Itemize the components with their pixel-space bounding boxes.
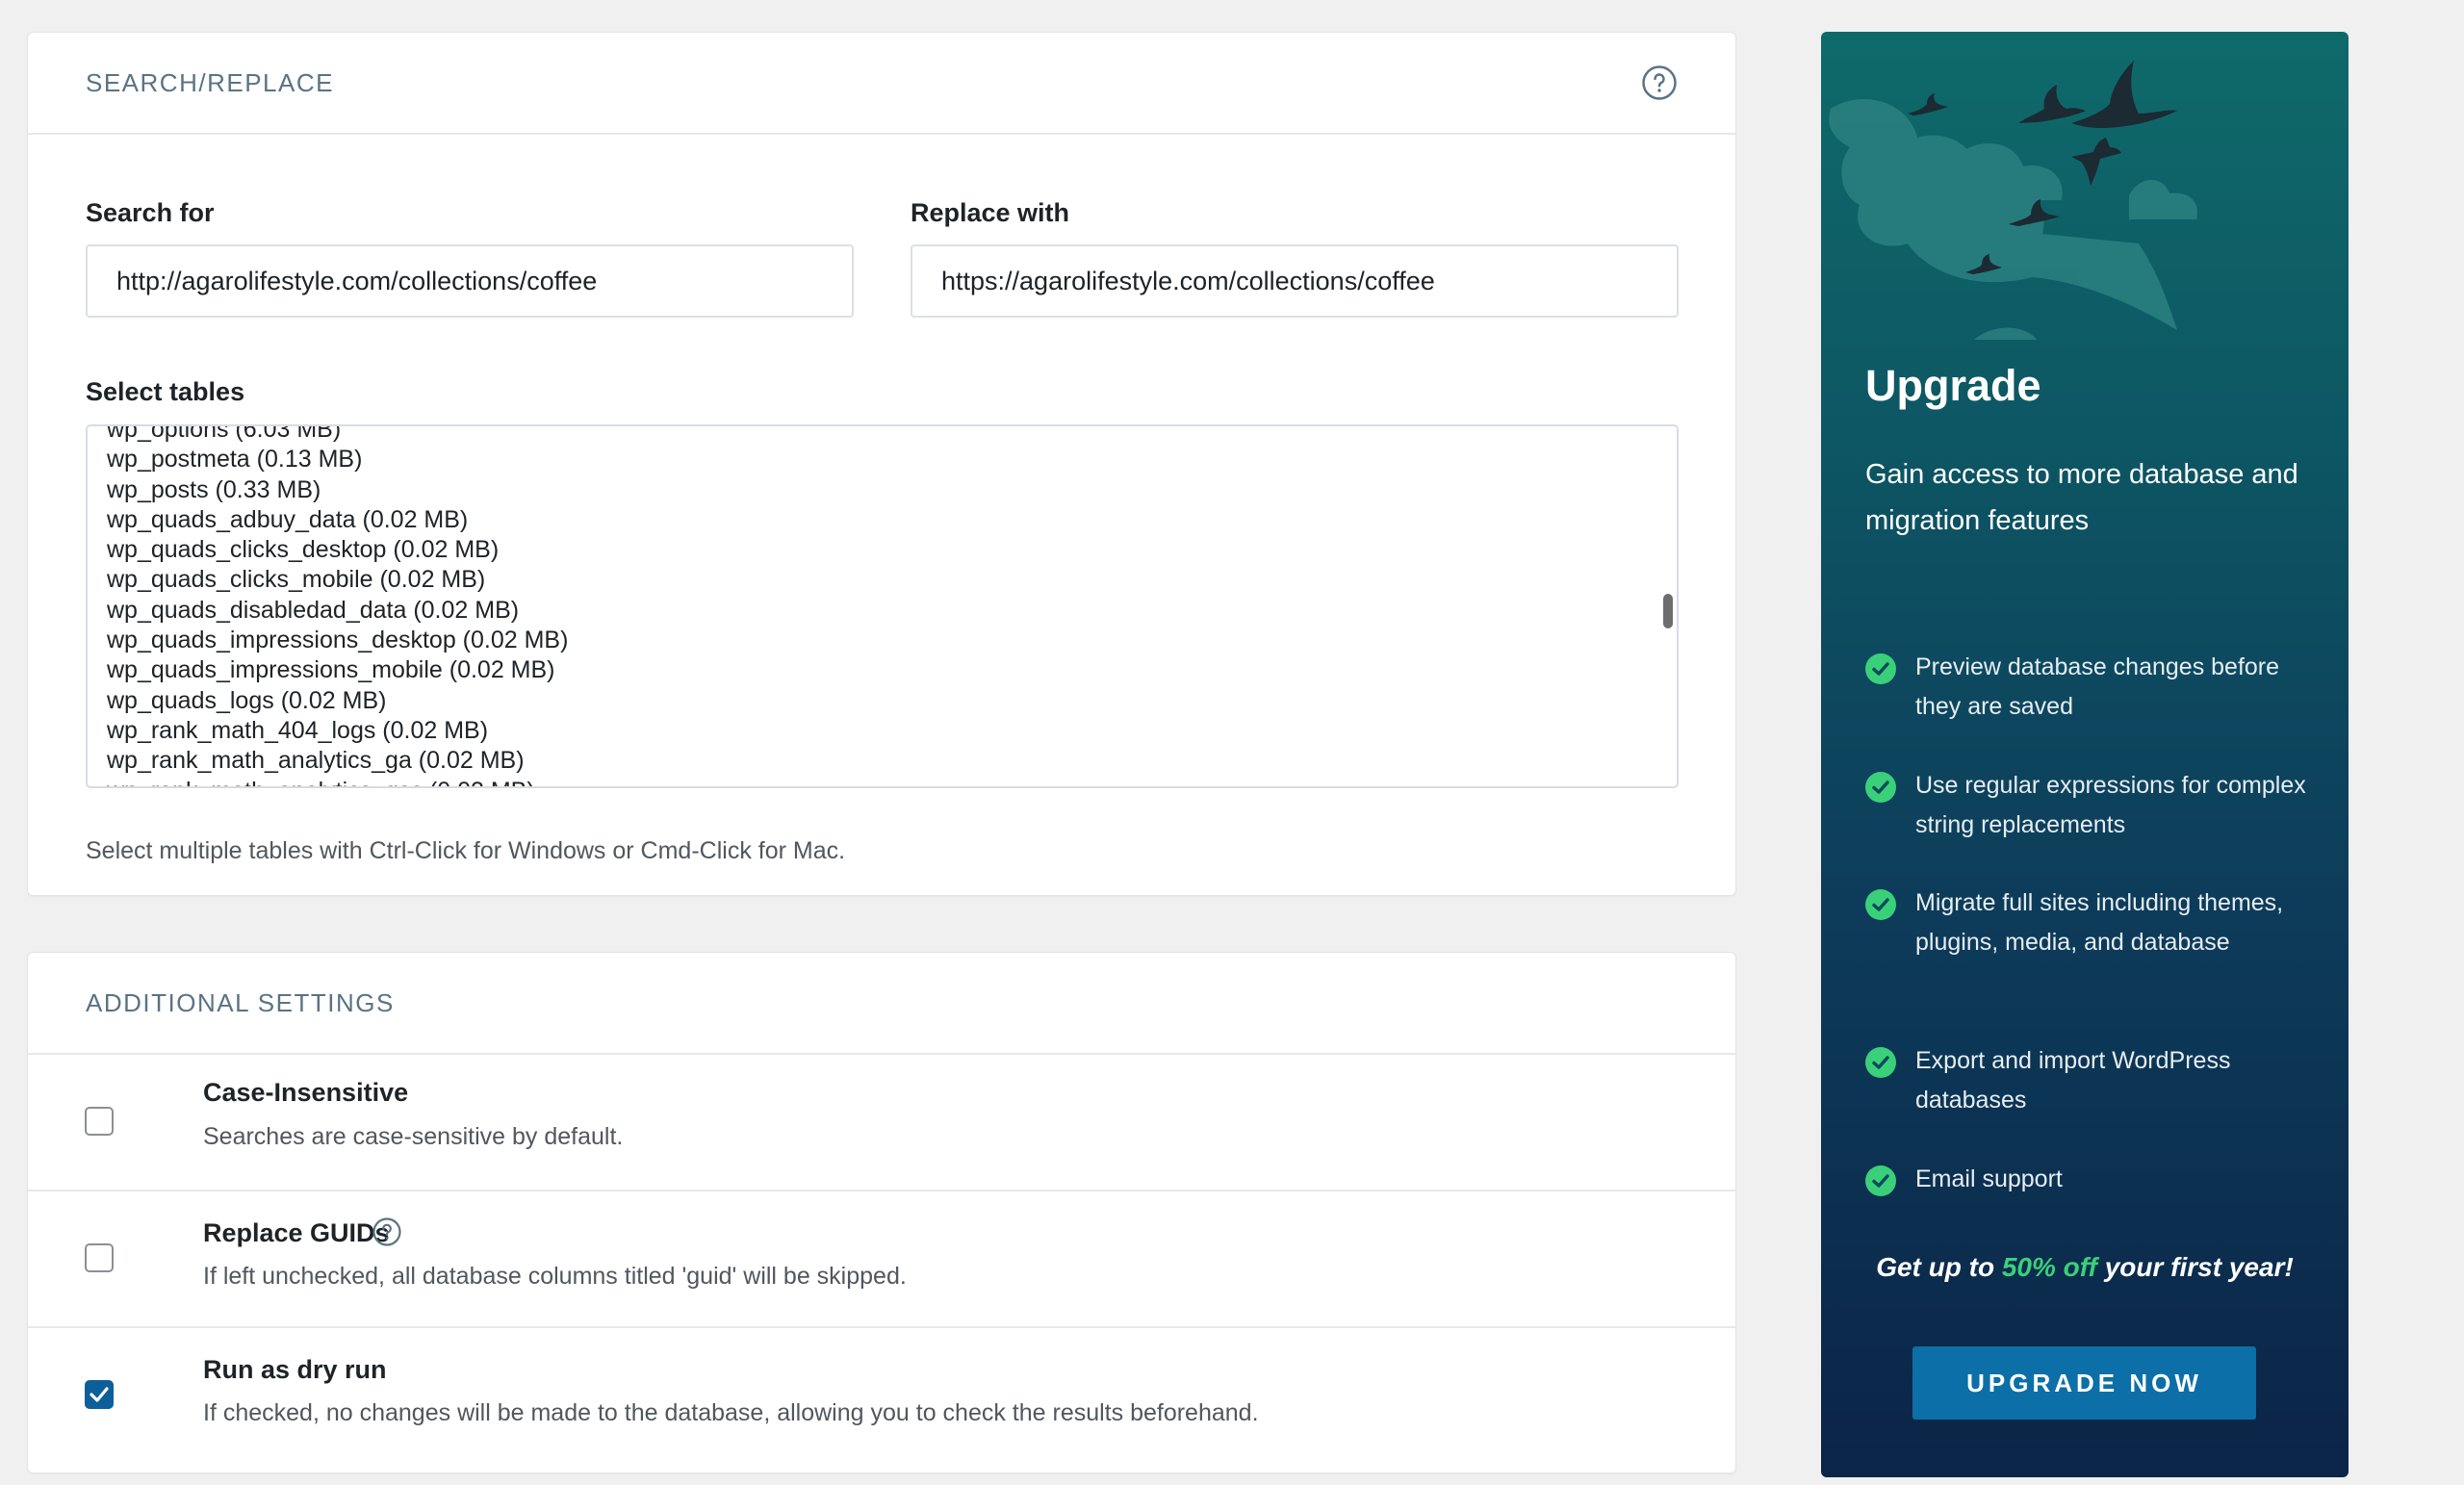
tables-hint: Select multiple tables with Ctrl-Click f… [86,837,846,864]
table-option[interactable]: wp_rank_math_analytics_gsc (0.02 MB) [107,777,568,786]
table-option[interactable]: wp_quads_impressions_desktop (0.02 MB) [107,626,568,655]
case-insensitive-desc: Searches are case-sensitive by default. [203,1123,624,1150]
table-option[interactable]: wp_postmeta (0.13 MB) [107,445,568,474]
table-option[interactable]: wp_posts (0.33 MB) [107,475,568,505]
upgrade-title: Upgrade [1865,361,2041,410]
additional-settings-panel: ADDITIONAL SETTINGS Case-Insensitive Sea… [27,952,1736,1473]
check-circle-icon [1865,889,1896,920]
dry-run-title: Run as dry run [203,1355,387,1384]
checkmark-icon [90,1387,109,1402]
dry-run-checkbox[interactable] [85,1380,114,1409]
help-icon[interactable] [1641,64,1678,101]
replace-guids-title: Replace GUIDs [203,1218,390,1247]
table-option[interactable]: wp_quads_adbuy_data (0.02 MB) [107,505,568,535]
replace-with-label: Replace with [911,198,1070,227]
feature-text: Migrate full sites including themes, plu… [1915,889,2284,956]
promo-suffix: your first year! [2096,1252,2294,1282]
help-icon[interactable] [372,1216,402,1247]
table-option[interactable]: wp_quads_clicks_mobile (0.02 MB) [107,565,568,595]
search-for-label: Search for [86,198,215,227]
feature-text: Export and import WordPress databases [1915,1047,2231,1114]
setting-dry-run: Run as dry run If checked, no changes wi… [28,1326,1735,1472]
select-tables-label: Select tables [86,377,245,406]
tables-select-list[interactable]: wp_options (6.03 MB) wp_postmeta (0.13 M… [86,424,1679,788]
promo-prefix: Get up to [1876,1252,2002,1282]
replace-guids-checkbox[interactable] [85,1243,114,1272]
dry-run-desc: If checked, no changes will be made to t… [203,1399,1259,1426]
upgrade-subtitle: Gain access to more database and migrati… [1865,459,2298,536]
replace-with-input[interactable] [911,244,1679,318]
upgrade-now-button[interactable]: UPGRADE NOW [1912,1346,2256,1420]
check-circle-icon [1865,653,1896,684]
setting-replace-guids: Replace GUIDs If left unchecked, all dat… [28,1190,1735,1328]
promo-highlight: 50% off [2001,1252,2097,1282]
search-replace-panel: SEARCH/REPLACE Search for Replace with S… [27,32,1736,896]
table-option[interactable]: wp_quads_disabledad_data (0.02 MB) [107,596,568,626]
table-option[interactable]: wp_quads_clicks_desktop (0.02 MB) [107,535,568,565]
check-circle-icon [1865,772,1896,803]
feature-text: Email support [1915,1165,2063,1192]
case-insensitive-checkbox[interactable] [85,1107,114,1136]
table-option[interactable]: wp_quads_logs (0.02 MB) [107,686,568,716]
birds-clouds-illustration [1829,61,2197,340]
feature-text: Use regular expressions for complex stri… [1915,772,2306,838]
replace-guids-desc: If left unchecked, all database columns … [203,1263,907,1290]
feature-text: Preview database changes before they are… [1915,653,2280,720]
promo-text: Get up to 50% off your first year! [1821,1252,2348,1283]
check-circle-icon [1865,1165,1896,1196]
upgrade-card: Upgrade Gain access to more database and… [1821,32,2348,1477]
table-option[interactable]: wp_quads_impressions_mobile (0.02 MB) [107,655,568,685]
additional-settings-header: ADDITIONAL SETTINGS [28,953,1735,1055]
tables-options: wp_options (6.03 MB) wp_postmeta (0.13 M… [107,426,568,786]
search-replace-header: SEARCH/REPLACE [28,33,1735,135]
table-option[interactable]: wp_rank_math_404_logs (0.02 MB) [107,716,568,746]
setting-case-insensitive: Case-Insensitive Searches are case-sensi… [28,1053,1735,1190]
check-circle-icon [1865,1047,1896,1078]
case-insensitive-title: Case-Insensitive [203,1078,409,1107]
search-for-input[interactable] [86,244,854,318]
tables-scrollbar-thumb[interactable] [1663,594,1673,628]
search-replace-title: SEARCH/REPLACE [86,67,334,97]
table-option[interactable]: wp_options (6.03 MB) [107,426,568,445]
additional-settings-title: ADDITIONAL SETTINGS [86,987,395,1017]
table-option[interactable]: wp_rank_math_analytics_ga (0.02 MB) [107,746,568,776]
